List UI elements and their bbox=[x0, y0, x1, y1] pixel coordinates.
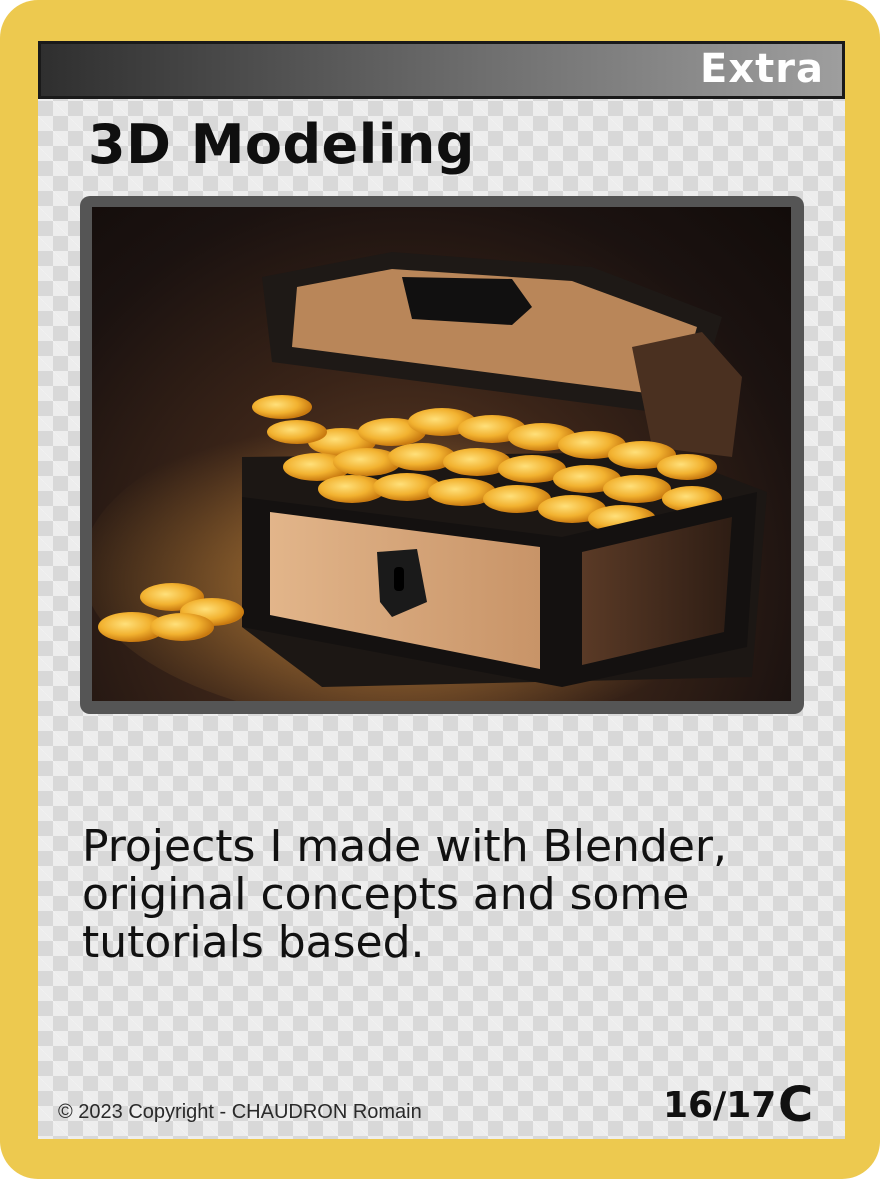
copyright-text: © 2023 Copyright - CHAUDRON Romain bbox=[58, 1101, 422, 1123]
card-type-label: Extra bbox=[700, 46, 824, 92]
card-description: Projects I made with Blender, original c… bbox=[82, 821, 728, 968]
treasure-chest-image bbox=[92, 207, 791, 701]
rarity-symbol: C bbox=[778, 1077, 814, 1133]
card-title: 3D Modeling bbox=[88, 113, 475, 176]
card-header-bar: Extra bbox=[38, 41, 845, 99]
card-panel: Extra 3D Modeling Projects I made with B… bbox=[38, 41, 845, 1139]
card: Extra 3D Modeling Projects I made with B… bbox=[0, 0, 880, 1179]
artwork-frame bbox=[80, 196, 804, 714]
card-number: 16/17 bbox=[663, 1085, 777, 1126]
